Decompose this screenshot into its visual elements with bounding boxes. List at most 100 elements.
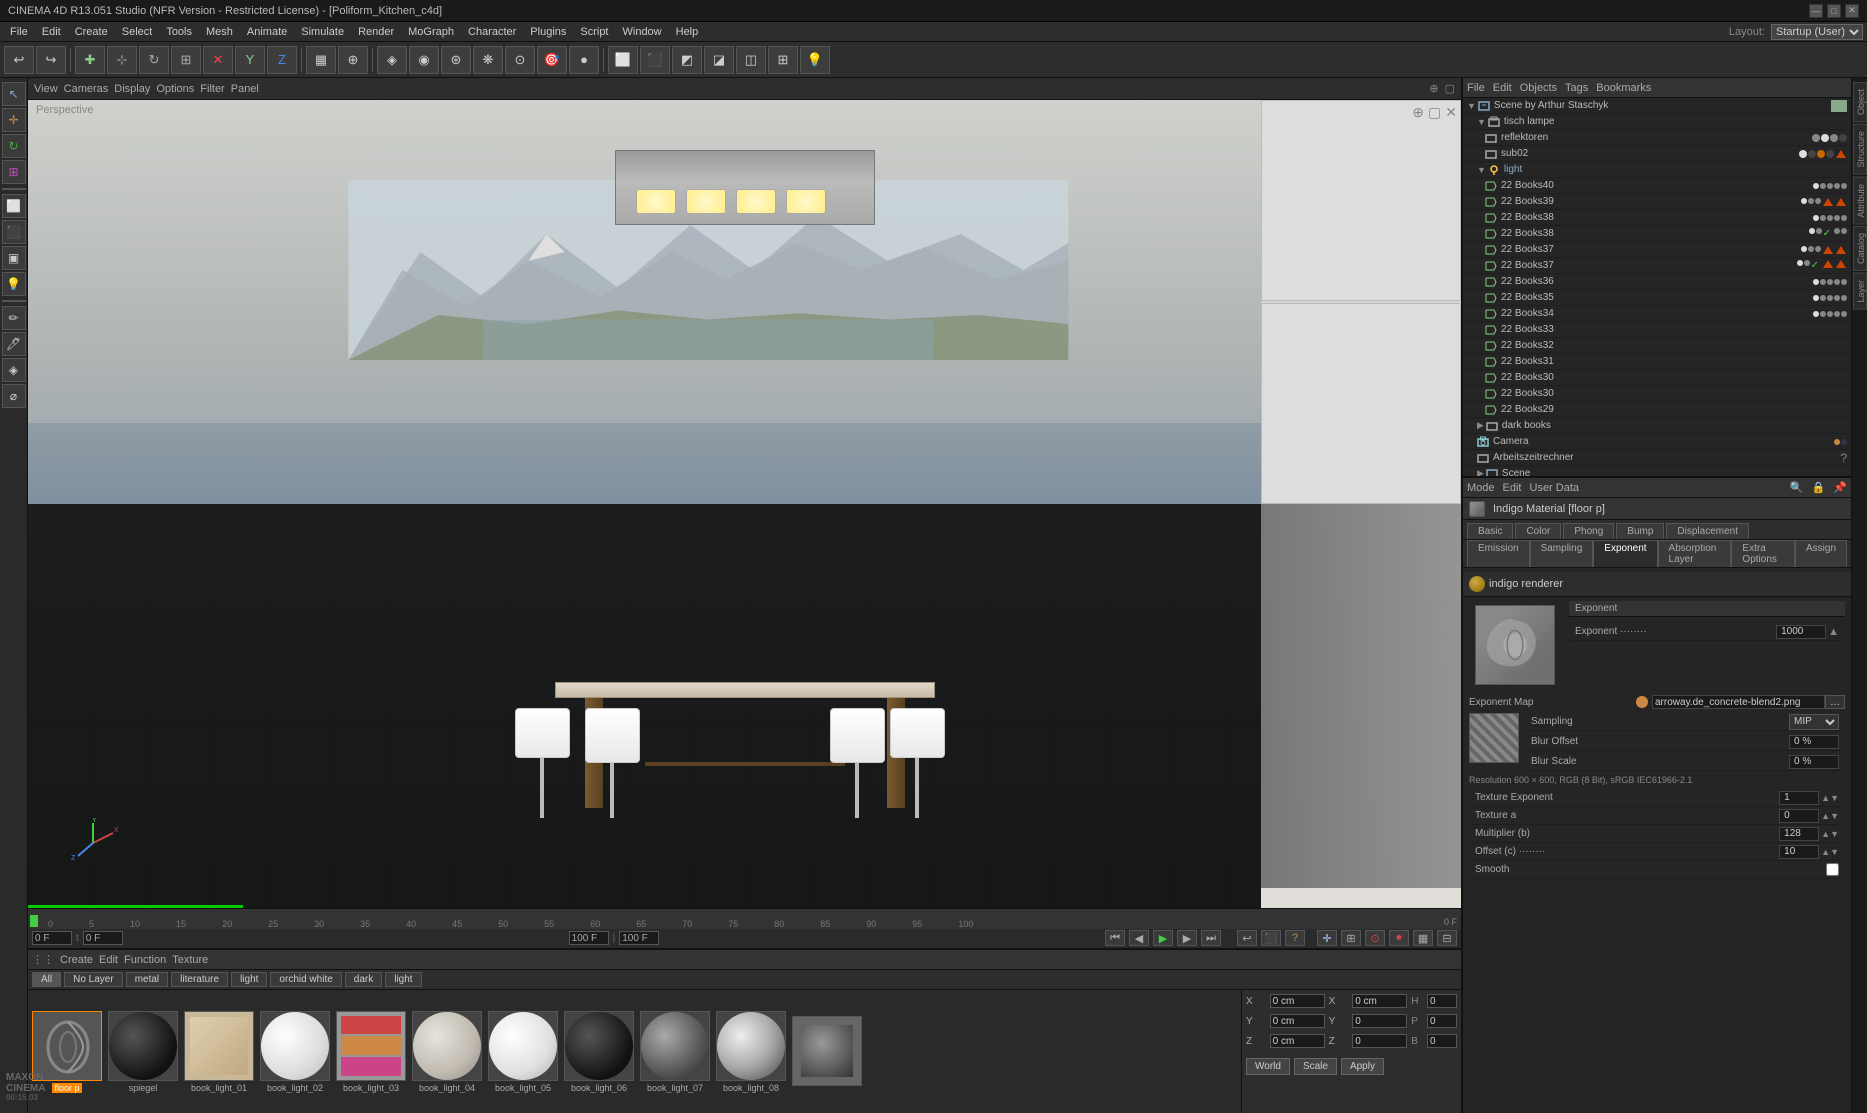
lt-cylinder[interactable]: ▣ (2, 246, 26, 270)
tab-absorption[interactable]: Absorption Layer (1658, 540, 1732, 567)
mat-row2-1[interactable] (792, 1016, 862, 1088)
menu-file[interactable]: File (4, 24, 34, 40)
scale-button[interactable]: ⊞ (171, 46, 201, 74)
tab-bump[interactable]: Bump (1616, 523, 1664, 539)
menu-edit[interactable]: Edit (36, 24, 67, 40)
input-x-rot[interactable] (1352, 994, 1407, 1008)
mat-create[interactable]: Create (60, 954, 93, 966)
tab-sampling[interactable]: Sampling (1530, 540, 1594, 567)
obj-objects[interactable]: Objects (1520, 82, 1557, 94)
attr-lock-icon[interactable]: 🔒 (1812, 481, 1826, 494)
input-h[interactable] (1427, 994, 1457, 1008)
vt-view[interactable]: View (34, 83, 58, 95)
tb-render1[interactable]: ⬜ (608, 46, 638, 74)
menu-select[interactable]: Select (116, 24, 159, 40)
mat-book07[interactable]: book_light_07 (640, 1011, 710, 1093)
apply-button[interactable]: Apply (1341, 1058, 1384, 1075)
obj-edit[interactable]: Edit (1493, 82, 1512, 94)
menu-create[interactable]: Create (69, 24, 114, 40)
obj-bookmarks[interactable]: Bookmarks (1596, 82, 1651, 94)
move-button[interactable]: ⊹ (107, 46, 137, 74)
go-start-button[interactable]: ⏮ (1105, 930, 1125, 946)
vt-cameras[interactable]: Cameras (64, 83, 109, 95)
lt-pen[interactable]: ✏ (2, 306, 26, 330)
obj-books31[interactable]: 22 Books31 (1463, 354, 1851, 370)
vt-display[interactable]: Display (114, 83, 150, 95)
attr-mode[interactable]: Mode (1467, 482, 1495, 494)
tex-exponent-input[interactable] (1779, 791, 1819, 805)
stop-button[interactable]: ⬛ (1261, 930, 1281, 946)
y-axis[interactable]: Y (235, 46, 265, 74)
tab-basic[interactable]: Basic (1467, 523, 1513, 539)
input-z-pos[interactable] (1270, 1034, 1325, 1048)
mat-edit[interactable]: Edit (99, 954, 118, 966)
grid-button[interactable]: ▦ (306, 46, 336, 74)
menu-render[interactable]: Render (352, 24, 400, 40)
lt-light2[interactable]: 💡 (2, 272, 26, 296)
key-settings-button[interactable]: ⊞ (1341, 930, 1361, 946)
obj-dark-books[interactable]: ▶ dark books (1463, 418, 1851, 434)
mat-book03[interactable]: book_light_03 (336, 1011, 406, 1093)
menu-mesh[interactable]: Mesh (200, 24, 239, 40)
tb-render3[interactable]: ◩ (672, 46, 702, 74)
mat-book08[interactable]: book_light_08 (716, 1011, 786, 1093)
menu-help[interactable]: Help (670, 24, 705, 40)
mat-book04[interactable]: book_light_04 (412, 1011, 482, 1093)
x-axis[interactable]: ✕ (203, 46, 233, 74)
obj-books39[interactable]: 22 Books39 (1463, 194, 1851, 210)
obj-reflektoren[interactable]: reflektoren (1463, 130, 1851, 146)
attr-edit[interactable]: Edit (1503, 482, 1522, 494)
viewport-expand-icon[interactable]: ⊕ (1412, 104, 1424, 121)
exponent-inc-btn[interactable]: ▲ (1828, 626, 1839, 638)
next-frame-button[interactable]: ▶ (1177, 930, 1197, 946)
undo-button[interactable]: ↩ (4, 46, 34, 74)
sampling-select[interactable]: MIP (1789, 714, 1839, 730)
obj-books37a[interactable]: 22 Books37 (1463, 242, 1851, 258)
input-y-pos[interactable] (1270, 1014, 1325, 1028)
menu-simulate[interactable]: Simulate (295, 24, 350, 40)
smooth-checkbox[interactable] (1826, 863, 1839, 876)
obj-books30b[interactable]: 22 Books30 (1463, 386, 1851, 402)
help-tl-button[interactable]: ? (1285, 930, 1305, 946)
mat-book01[interactable]: book_light_01 (184, 1011, 254, 1093)
rotate-button[interactable]: ↻ (139, 46, 169, 74)
vtab-structure[interactable]: Structure (1853, 124, 1867, 175)
multiplier-input[interactable] (1779, 827, 1819, 841)
exponent-map-browse[interactable]: … (1825, 695, 1845, 709)
vt-options[interactable]: Options (156, 83, 194, 95)
filter-nolayer[interactable]: No Layer (64, 972, 123, 987)
mult-spin[interactable]: ▲▼ (1821, 829, 1839, 839)
tb-render6[interactable]: ⊞ (768, 46, 798, 74)
obj-books36[interactable]: 22 Books36 (1463, 274, 1851, 290)
menu-window[interactable]: Window (617, 24, 668, 40)
obj-books33[interactable]: 22 Books33 (1463, 322, 1851, 338)
blur-scale-input[interactable] (1789, 755, 1839, 769)
timeline-ruler[interactable]: 0 5 10 15 20 25 30 35 40 45 50 55 (28, 909, 1461, 929)
tex-exp-spin[interactable]: ▲▼ (1821, 793, 1839, 803)
obj-books29[interactable]: 22 Books29 (1463, 402, 1851, 418)
tab-assign[interactable]: Assign (1795, 540, 1847, 567)
obj-books38b[interactable]: 22 Books38 ✓ (1463, 226, 1851, 242)
tab-extra-options[interactable]: Extra Options (1731, 540, 1795, 567)
viewport-settings-icon[interactable]: ▢ (1428, 104, 1441, 121)
obj-tisch-lampe[interactable]: ▼ tisch lampe (1463, 114, 1851, 130)
obj-books32[interactable]: 22 Books32 (1463, 338, 1851, 354)
obj-books30a[interactable]: 22 Books30 (1463, 370, 1851, 386)
viewport-3d[interactable]: Perspective ⊕ ▢ ✕ X Y Z (28, 100, 1461, 908)
new-object-button[interactable]: ✚ (75, 46, 105, 74)
layout-select[interactable]: Startup (User) (1771, 24, 1863, 40)
menu-mograph[interactable]: MoGraph (402, 24, 460, 40)
tab-phong[interactable]: Phong (1563, 523, 1614, 539)
obj-books37b[interactable]: 22 Books37 ✓ (1463, 258, 1851, 274)
mat-function[interactable]: Function (124, 954, 166, 966)
obj-books35[interactable]: 22 Books35 (1463, 290, 1851, 306)
lt-scale[interactable]: ⊞ (2, 160, 26, 184)
menu-tools[interactable]: Tools (160, 24, 198, 40)
lt-paint[interactable]: 🖊 (2, 332, 26, 356)
tb-render5[interactable]: ◫ (736, 46, 766, 74)
obj-file[interactable]: File (1467, 82, 1485, 94)
mat-spiegel[interactable]: spiegel (108, 1011, 178, 1093)
vtab-catalog[interactable]: Catalog (1853, 226, 1867, 271)
tex-a-input[interactable] (1779, 809, 1819, 823)
end-frame-input[interactable] (569, 931, 609, 945)
